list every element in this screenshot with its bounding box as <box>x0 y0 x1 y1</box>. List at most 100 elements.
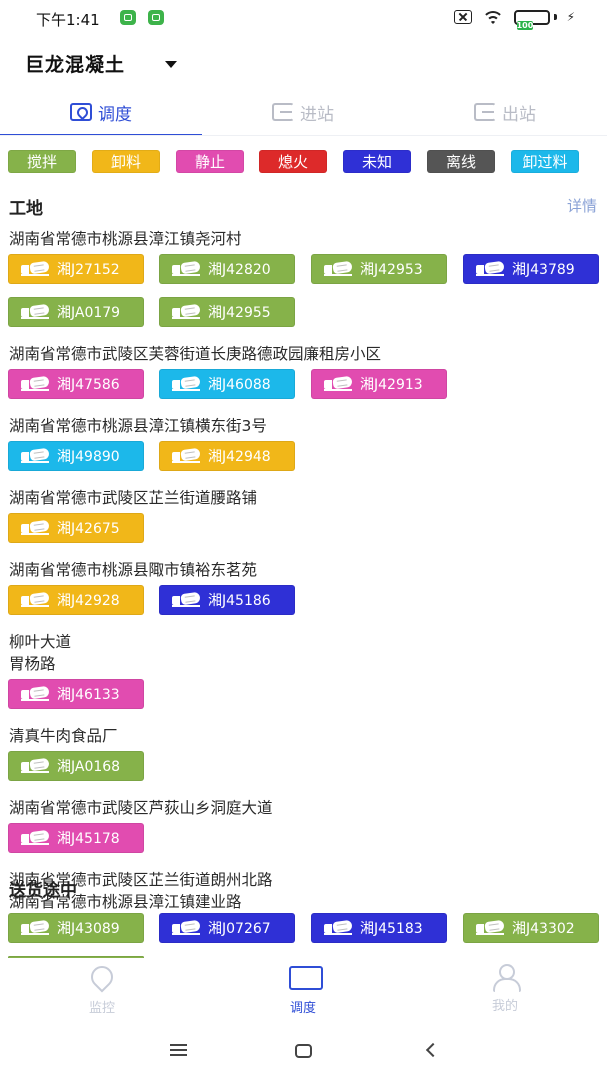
mixer-truck-icon <box>21 757 51 773</box>
mixer-truck-icon <box>172 303 202 319</box>
truck-chip[interactable]: 湘J27152 <box>8 254 144 284</box>
system-icons: 100 ⚡ <box>453 9 575 30</box>
nav-label: 调度 <box>289 1001 316 1016</box>
truck-chip[interactable]: 湘J47586 <box>8 369 144 399</box>
truck-plate: 湘J42953 <box>360 262 423 278</box>
legend-item[interactable]: 卸料 <box>92 150 160 173</box>
mixer-truck-icon <box>21 303 51 319</box>
legend-item[interactable]: 未知 <box>343 150 411 173</box>
legend-item[interactable]: 离线 <box>427 150 495 173</box>
truck-chip[interactable]: 湘J45183 <box>311 913 447 943</box>
back-icon[interactable] <box>425 1042 441 1058</box>
site-address: 柳叶大道 <box>9 633 72 651</box>
nav-monitor[interactable]: 监控 <box>42 961 162 1020</box>
sim-off-icon <box>453 10 472 24</box>
truck-chip[interactable]: 湘J42928 <box>8 585 144 615</box>
tab-divider <box>0 135 607 136</box>
truck-plate: 湘J42955 <box>208 305 271 321</box>
truck-plate: 湘J42948 <box>208 449 271 465</box>
tab-label: 调度 <box>98 104 132 125</box>
mixer-truck-icon <box>172 375 202 391</box>
enter-station-icon <box>272 103 294 121</box>
mixer-truck-icon <box>21 260 51 276</box>
truck-plate: 湘J42928 <box>57 593 120 609</box>
nav-label: 我的 <box>491 999 518 1014</box>
mixer-truck-icon <box>21 685 51 701</box>
person-icon <box>491 964 521 992</box>
truck-chip[interactable]: 湘J42675 <box>8 513 144 543</box>
mixer-truck-icon <box>21 519 51 535</box>
section-title-in-transit: 送货途中 <box>9 881 77 901</box>
truck-plate: 湘JA0168 <box>57 759 121 775</box>
truck-plate: 湘J07267 <box>208 921 271 937</box>
tab-dispatch[interactable]: 调度 <box>0 88 202 136</box>
site-address: 湖南省常德市武陵区芷兰街道腰路铺 <box>9 489 258 507</box>
wechat-notification-icon <box>120 10 136 25</box>
truck-icon <box>289 966 323 994</box>
system-nav-bar <box>0 1024 607 1080</box>
truck-chip[interactable]: 湘J43089 <box>8 913 144 943</box>
truck-plate: 湘J43302 <box>512 921 575 937</box>
bottom-nav: 监控 调度 我的 <box>0 958 607 1024</box>
truck-chip[interactable]: 湘J07267 <box>159 913 295 943</box>
truck-chip[interactable]: 湘JA0168 <box>8 751 144 781</box>
truck-plate: 湘J43089 <box>57 921 120 937</box>
site-address: 湖南省常德市桃源县漳江镇横东街3号 <box>9 417 267 435</box>
mixer-truck-icon <box>172 260 202 276</box>
site-address: 湖南省常德市桃源县陬市镇裕东茗苑 <box>9 561 258 579</box>
mixer-truck-icon <box>21 829 51 845</box>
site-address: 湖南省常德市武陵区芦荻山乡洞庭大道 <box>9 799 273 817</box>
mixer-truck-icon <box>324 919 354 935</box>
truck-chip[interactable]: 湘J45178 <box>8 823 144 853</box>
truck-chip[interactable]: 湘J46133 <box>8 679 144 709</box>
truck-chip[interactable]: 湘J49890 <box>8 441 144 471</box>
details-link[interactable]: 详情 <box>567 195 597 216</box>
truck-chip[interactable]: 湘J45186 <box>159 585 295 615</box>
truck-chip[interactable]: 湘J43789 <box>463 254 599 284</box>
truck-plate: 湘J45183 <box>360 921 423 937</box>
mixer-truck-icon <box>476 260 506 276</box>
exit-station-icon <box>474 103 496 121</box>
tab-exit-station[interactable]: 出站 <box>404 88 606 136</box>
truck-plate: 湘J49890 <box>57 449 120 465</box>
truck-plate: 湘J43789 <box>512 262 575 278</box>
truck-plate: 湘JA0179 <box>57 305 121 321</box>
tab-enter-station[interactable]: 进站 <box>202 88 404 136</box>
truck-plate: 湘J47586 <box>57 377 120 393</box>
legend-item[interactable]: 搅拌 <box>8 150 76 173</box>
truck-chip[interactable]: 湘J42913 <box>311 369 447 399</box>
site-address: 胃杨路 <box>9 655 56 673</box>
truck-chip[interactable]: 湘J42820 <box>159 254 295 284</box>
truck-chip[interactable]: 湘JA0179 <box>8 297 144 327</box>
truck-chip[interactable]: 湘J42953 <box>311 254 447 284</box>
legend-item[interactable]: 卸过料 <box>511 150 579 173</box>
top-tabs: 调度 进站 出站 <box>0 88 607 136</box>
legend-item[interactable]: 静止 <box>176 150 244 173</box>
company-name[interactable]: 巨龙混凝土 <box>25 50 125 77</box>
truck-plate: 湘J42820 <box>208 262 271 278</box>
truck-chip[interactable]: 湘J42955 <box>159 297 295 327</box>
truck-plate: 湘J27152 <box>57 262 120 278</box>
menu-icon[interactable] <box>170 1044 187 1056</box>
mixer-truck-icon <box>21 919 51 935</box>
truck-chip[interactable]: 湘J42948 <box>159 441 295 471</box>
nav-dispatch[interactable]: 调度 <box>243 964 363 1020</box>
mixer-truck-icon <box>21 447 51 463</box>
mixer-truck-icon <box>21 591 51 607</box>
home-icon[interactable] <box>295 1044 312 1058</box>
truck-chip[interactable]: 湘J46088 <box>159 369 295 399</box>
truck-chip[interactable]: 湘J43302 <box>463 913 599 943</box>
wifi-icon <box>481 9 504 25</box>
battery-level: 100 <box>516 20 534 30</box>
section-title-sites: 工地 <box>9 199 43 219</box>
tab-label: 出站 <box>502 104 536 125</box>
truck-plate: 湘J45186 <box>208 593 271 609</box>
truck-plate: 湘J42913 <box>360 377 423 393</box>
caret-down-icon[interactable] <box>165 61 177 68</box>
legend-item[interactable]: 熄火 <box>259 150 327 173</box>
mixer-truck-icon <box>324 375 354 391</box>
mixer-truck-icon <box>172 919 202 935</box>
map-pin-tab-icon <box>70 103 92 121</box>
nav-label: 监控 <box>88 1001 115 1016</box>
nav-mine[interactable]: 我的 <box>445 964 565 1020</box>
